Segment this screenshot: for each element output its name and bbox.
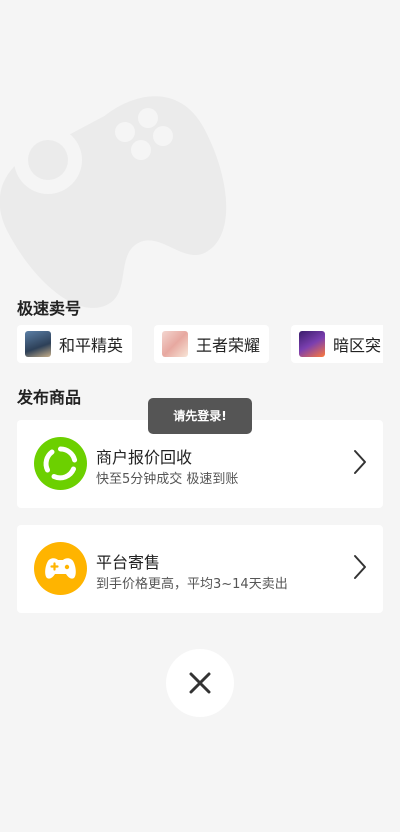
card-title: 商户报价回收 bbox=[96, 448, 193, 467]
close-button[interactable] bbox=[166, 649, 234, 717]
recycle-icon bbox=[34, 437, 87, 490]
quick-sell-list: 和平精英 王者荣耀 暗区突 bbox=[17, 325, 383, 363]
game-chip-honor-of-kings[interactable]: 王者荣耀 bbox=[154, 325, 270, 363]
game-thumb-peace-elite-icon bbox=[25, 331, 51, 357]
card-subtitle: 快至5分钟成交 极速到账 bbox=[96, 472, 239, 487]
game-chip-label: 暗区突 bbox=[333, 336, 382, 355]
game-thumb-arena-breakout-icon bbox=[299, 331, 325, 357]
gamepad-icon bbox=[34, 542, 87, 595]
publish-title: 发布商品 bbox=[17, 388, 82, 407]
quick-sell-title: 极速卖号 bbox=[17, 299, 82, 318]
chevron-right-icon bbox=[354, 555, 366, 579]
game-thumb-honor-of-kings-icon bbox=[162, 331, 188, 357]
platform-consign-card[interactable]: 平台寄售 到手价格更高，平均3~14天卖出 bbox=[17, 525, 383, 613]
chevron-right-icon bbox=[354, 450, 366, 474]
card-subtitle: 到手价格更高，平均3~14天卖出 bbox=[96, 577, 288, 592]
game-chip-label: 王者荣耀 bbox=[196, 336, 261, 355]
game-chip-peace-elite[interactable]: 和平精英 bbox=[17, 325, 133, 363]
card-title: 平台寄售 bbox=[96, 553, 161, 572]
game-chip-arena-breakout[interactable]: 暗区突 bbox=[291, 325, 383, 363]
login-toast: 请先登录! bbox=[148, 398, 252, 434]
game-chip-label: 和平精英 bbox=[59, 336, 124, 355]
background-gamepad-icon bbox=[0, 96, 227, 308]
close-icon bbox=[189, 672, 211, 694]
